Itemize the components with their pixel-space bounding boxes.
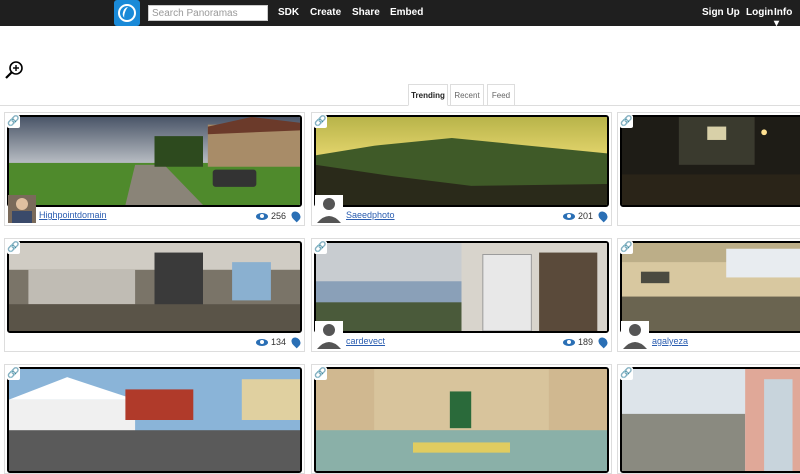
view-count: 189 xyxy=(577,337,593,347)
panorama-thumbnail[interactable] xyxy=(7,367,302,473)
tab-recent[interactable]: Recent xyxy=(450,84,484,106)
map-pin-icon[interactable] xyxy=(289,209,303,223)
link-icon[interactable]: 🔗 xyxy=(7,115,20,128)
view-count: 256 xyxy=(270,211,286,221)
panorama-card[interactable]: 🔗 Highpointdomain 256 xyxy=(4,112,305,226)
map-pin-icon[interactable] xyxy=(596,335,610,349)
panorama-image xyxy=(622,117,800,205)
zoom-in-icon[interactable] xyxy=(4,60,24,80)
link-icon[interactable]: 🔗 xyxy=(620,115,633,128)
link-icon[interactable]: 🔗 xyxy=(620,241,633,254)
view-stats: 256 xyxy=(255,209,303,223)
sign-up-link[interactable]: Sign Up xyxy=(702,7,740,18)
panorama-card[interactable]: 🔗 agalyeza xyxy=(617,238,800,352)
nav-sdk-link[interactable]: SDK xyxy=(278,7,299,18)
chevron-down-icon: ▾ xyxy=(774,18,780,29)
login-link[interactable]: Login xyxy=(746,7,773,18)
eye-icon xyxy=(255,212,268,220)
author-link[interactable]: Saeedphoto xyxy=(346,210,395,220)
top-navigation-bar: SDK Create Share Embed Sign Up Login Inf… xyxy=(0,0,800,29)
link-icon[interactable]: 🔗 xyxy=(314,367,327,380)
view-stats: 201 xyxy=(562,209,610,223)
panorama-card[interactable]: 🔗 xyxy=(311,364,612,474)
map-pin-icon[interactable] xyxy=(596,209,610,223)
link-icon[interactable]: 🔗 xyxy=(7,241,20,254)
eye-icon xyxy=(562,212,575,220)
author-link[interactable]: cardevect xyxy=(346,336,385,346)
panorama-image xyxy=(9,117,300,205)
avatar[interactable] xyxy=(315,195,343,223)
map-pin-icon[interactable] xyxy=(289,335,303,349)
author-link[interactable]: agalyeza xyxy=(652,336,688,346)
panorama-image xyxy=(622,369,800,471)
view-stats: 189 xyxy=(562,335,610,349)
panorama-card[interactable]: 🔗 xyxy=(4,364,305,474)
eye-icon xyxy=(562,338,575,346)
info-menu-link[interactable]: Info ▾ xyxy=(774,7,800,29)
avatar[interactable] xyxy=(315,321,343,349)
panorama-image xyxy=(9,369,300,471)
panorama-image xyxy=(316,243,607,331)
search-input[interactable] xyxy=(148,5,268,21)
view-stats: 134 xyxy=(255,335,303,349)
tab-trending[interactable]: Trending xyxy=(408,84,448,106)
panorama-thumbnail[interactable] xyxy=(7,115,302,207)
eye-icon xyxy=(255,338,268,346)
panorama-thumbnail[interactable] xyxy=(314,241,609,333)
panorama-image xyxy=(316,117,607,205)
panorama-thumbnail[interactable] xyxy=(7,241,302,333)
panorama-thumbnail[interactable] xyxy=(314,115,609,207)
panorama-thumbnail[interactable] xyxy=(620,241,800,333)
panorama-image xyxy=(316,369,607,471)
site-logo-icon[interactable] xyxy=(114,0,140,26)
tab-feed[interactable]: Feed xyxy=(487,84,515,106)
nav-create-link[interactable]: Create xyxy=(310,7,341,18)
nav-share-link[interactable]: Share xyxy=(352,7,380,18)
author-link[interactable]: Highpointdomain xyxy=(39,210,107,220)
panorama-image xyxy=(622,243,800,331)
panorama-thumbnail[interactable] xyxy=(314,367,609,473)
link-icon[interactable]: 🔗 xyxy=(314,241,327,254)
feed-tabs: Trending Recent Feed xyxy=(0,84,800,106)
link-icon[interactable]: 🔗 xyxy=(314,115,327,128)
view-count: 201 xyxy=(577,211,593,221)
panorama-card[interactable]: 🔗 134 xyxy=(4,238,305,352)
avatar[interactable] xyxy=(8,195,36,223)
panorama-card[interactable]: 🔗 cardevect 189 xyxy=(311,238,612,352)
avatar[interactable] xyxy=(621,321,649,349)
link-icon[interactable]: 🔗 xyxy=(7,367,20,380)
panorama-image xyxy=(9,243,300,331)
view-count: 134 xyxy=(270,337,286,347)
panorama-card[interactable]: 🔗 xyxy=(617,364,800,474)
panorama-card[interactable]: 🔗 Saeedphoto 201 xyxy=(311,112,612,226)
info-label: Info xyxy=(774,7,793,18)
panorama-card[interactable]: 🔗 xyxy=(617,112,800,226)
panorama-thumbnail[interactable] xyxy=(620,115,800,207)
panorama-thumbnail[interactable] xyxy=(620,367,800,473)
link-icon[interactable]: 🔗 xyxy=(620,367,633,380)
nav-embed-link[interactable]: Embed xyxy=(390,7,423,18)
